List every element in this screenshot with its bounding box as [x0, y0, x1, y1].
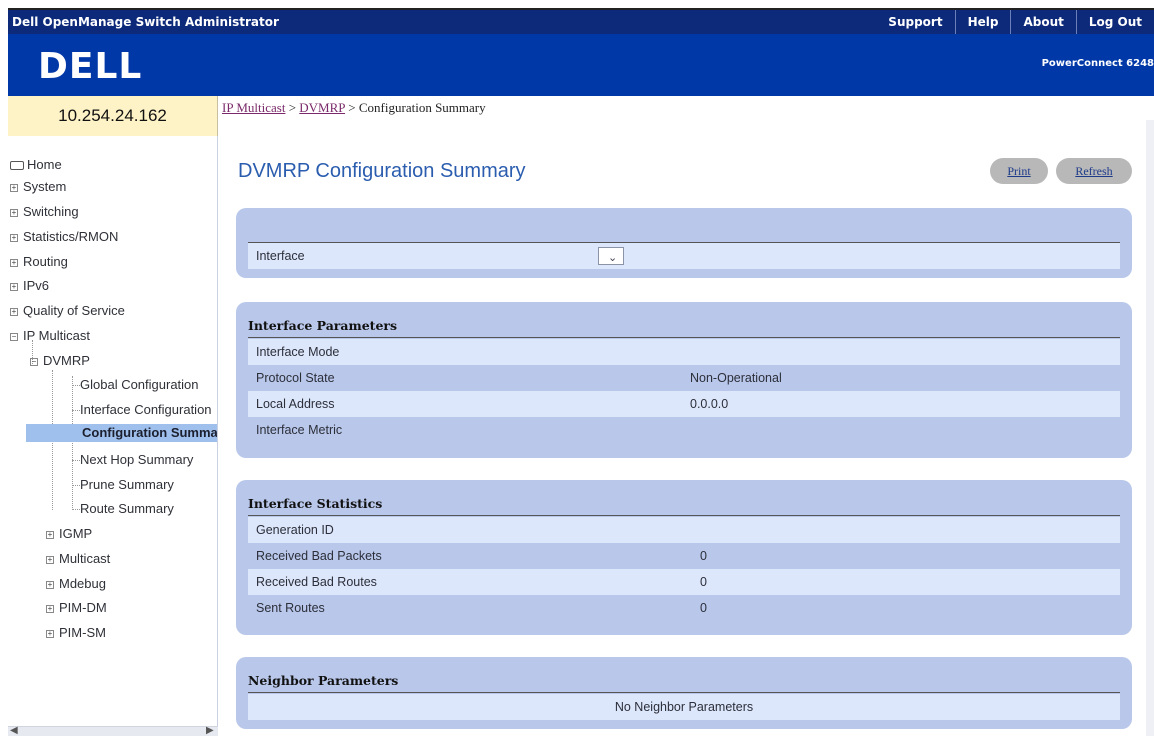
breadcrumb-current: Configuration Summary [358, 100, 486, 115]
device-ip: 10.254.24.162 [8, 96, 218, 136]
sidebar-nav: Home + System + Switching + Statistics/RMON… [8, 136, 218, 726]
expand-icon[interactable]: + [46, 530, 54, 539]
tree-tick [72, 509, 80, 510]
page-title: DVMRP Configuration Summary [238, 160, 526, 182]
refresh-button[interactable]: Refresh [1056, 158, 1132, 184]
neighbor-parameters-panel: Neighbor Parameters No Neighbor Paramete… [236, 657, 1132, 729]
logout-link[interactable]: Log Out [1075, 10, 1154, 34]
model-name: PowerConnect 6248 [1041, 58, 1154, 69]
sidebar-item-mdebug[interactable]: + Mdebug [46, 575, 106, 593]
sidebar-item-switching[interactable]: + Switching [10, 203, 79, 221]
sidebar-item-home[interactable]: Home [10, 156, 62, 174]
interface-label: Interface [256, 249, 305, 263]
sidebar-item-routing[interactable]: + Routing [10, 253, 68, 271]
sidebar-item-pim-dm[interactable]: + PIM-DM [46, 599, 107, 617]
sidebar-item-prune-summary[interactable]: Prune Summary [80, 476, 174, 494]
tree-tick [72, 485, 80, 486]
sidebar-item-route-summary[interactable]: Route Summary [80, 500, 174, 518]
table-row: Local Address 0.0.0.0 [248, 391, 1120, 417]
sidebar-item-interface-configuration[interactable]: Interface Configuration [80, 401, 212, 419]
sidebar-item-dvmrp[interactable]: − DVMRP [30, 352, 90, 370]
sidebar-item-multicast[interactable]: + Multicast [46, 550, 110, 568]
breadcrumb-ip-multicast[interactable]: IP Multicast [222, 100, 285, 115]
table-row: Protocol State Non-Operational [256, 371, 782, 385]
sidebar-item-ipv6[interactable]: + IPv6 [10, 277, 49, 295]
interface-parameters-heading: Interface Parameters [248, 314, 1120, 338]
collapse-icon[interactable]: − [10, 332, 18, 341]
content-vertical-scrollbar[interactable] [1146, 120, 1154, 736]
print-button[interactable]: Print [990, 158, 1048, 184]
top-links: Support Help About Log Out [876, 10, 1154, 34]
expand-icon[interactable]: + [10, 208, 18, 217]
scroll-left-icon[interactable]: ◀ [10, 725, 18, 736]
interface-statistics-panel: Interface Statistics Generation ID Recei… [236, 480, 1132, 635]
sidebar-item-statistics[interactable]: + Statistics/RMON [10, 228, 118, 246]
table-row: Interface Metric [256, 423, 343, 437]
expand-icon[interactable]: + [10, 307, 18, 316]
tree-line [72, 376, 73, 510]
sidebar-item-system[interactable]: + System [10, 178, 66, 196]
interface-dropdown[interactable] [598, 245, 624, 271]
table-row: Received Bad Routes 0 [248, 569, 1120, 595]
table-row: No Neighbor Parameters [248, 694, 1120, 720]
table-row: Generation ID [248, 517, 1120, 543]
table-row: Received Bad Packets 0 [256, 549, 707, 563]
support-link[interactable]: Support [876, 10, 954, 34]
sidebar-item-ip-multicast[interactable]: − IP Multicast [10, 327, 90, 345]
collapse-icon[interactable]: − [30, 357, 38, 366]
expand-icon[interactable]: + [46, 555, 54, 564]
expand-icon[interactable]: + [10, 183, 18, 192]
dell-logo: DELL [38, 46, 143, 87]
breadcrumb: IP Multicast > DVMRP > Configuration Sum… [222, 100, 486, 115]
sidebar-item-qos[interactable]: + Quality of Service [10, 302, 125, 320]
interface-parameters-panel: Interface Parameters Interface Mode Prot… [236, 302, 1132, 458]
sidebar-item-configuration-summary[interactable]: Configuration Summary [26, 424, 217, 442]
expand-icon[interactable]: + [46, 604, 54, 613]
tree-tick [72, 410, 80, 411]
empty-message: No Neighbor Parameters [614, 700, 754, 714]
help-link[interactable]: Help [954, 10, 1011, 34]
scroll-right-icon[interactable]: ▶ [206, 725, 214, 736]
sidebar-item-pim-sm[interactable]: + PIM-SM [46, 624, 106, 642]
app-title: Dell OpenManage Switch Administrator [12, 15, 279, 29]
table-row: Interface Mode [248, 339, 1120, 365]
sidebar-item-global-configuration[interactable]: Global Configuration [80, 376, 199, 394]
tree-tick [72, 385, 80, 386]
neighbor-parameters-heading: Neighbor Parameters [248, 669, 1120, 693]
expand-icon[interactable]: + [46, 580, 54, 589]
interface-select-row: Interface [248, 243, 1120, 271]
expand-icon[interactable]: + [10, 282, 18, 291]
brand-bar: DELL PowerConnect 6248 [8, 34, 1154, 96]
expand-icon[interactable]: + [10, 258, 18, 267]
sidebar-item-igmp[interactable]: + IGMP [46, 525, 92, 543]
sidebar-horizontal-scrollbar[interactable]: ◀ ▶ [8, 725, 218, 736]
home-icon [10, 161, 24, 171]
interface-select-panel: Interface [236, 208, 1132, 278]
sidebar-item-next-hop-summary[interactable]: Next Hop Summary [80, 451, 193, 469]
table-row: Sent Routes 0 [256, 601, 707, 615]
expand-icon[interactable]: + [46, 629, 54, 638]
about-link[interactable]: About [1010, 10, 1075, 34]
expand-icon[interactable]: + [10, 233, 18, 242]
interface-statistics-heading: Interface Statistics [248, 492, 1120, 516]
top-bar: Dell OpenManage Switch Administrator Sup… [8, 8, 1154, 34]
tree-tick [72, 460, 80, 461]
breadcrumb-dvmrp[interactable]: DVMRP [299, 100, 345, 115]
